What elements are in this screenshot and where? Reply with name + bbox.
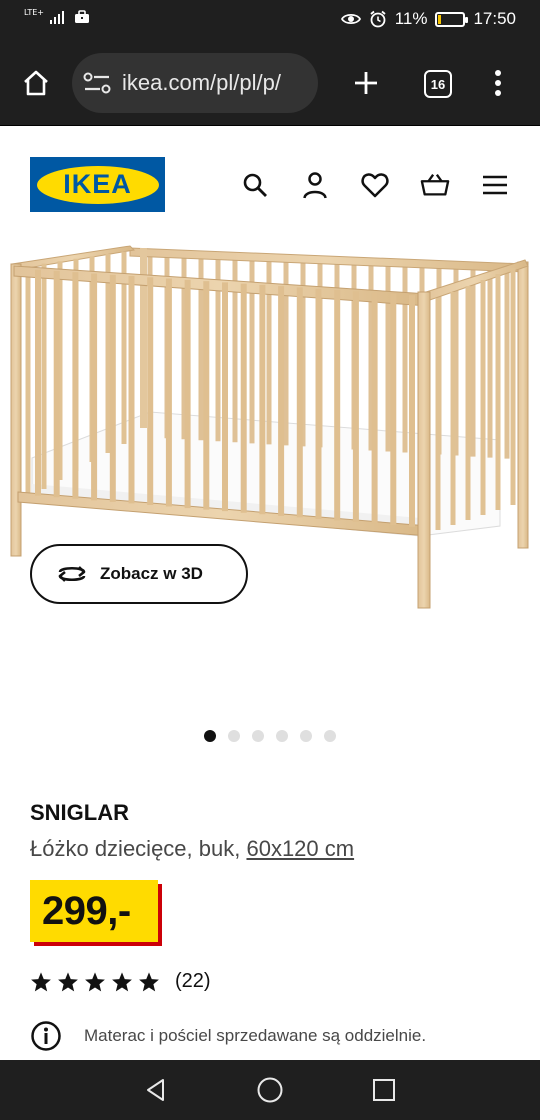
view-3d-label: Zobacz w 3D (100, 564, 203, 583)
briefcase-icon (75, 10, 89, 23)
account-icon (303, 172, 327, 199)
ikea-logo[interactable]: IKEA (30, 157, 165, 212)
system-nav-bar (0, 1060, 540, 1120)
status-bar: LTE+ 11% 17:50 (0, 0, 540, 40)
star-icon (58, 971, 78, 991)
heart-icon (361, 173, 389, 198)
home-button[interactable] (18, 65, 54, 101)
rotate-3d-icon (58, 566, 86, 582)
network-label: LTE+ (24, 8, 44, 17)
search-button[interactable] (240, 170, 270, 200)
logo-text: IKEA (63, 169, 132, 199)
star-icon (85, 971, 105, 991)
battery-icon (435, 11, 469, 27)
review-count: (22) (175, 970, 211, 992)
product-type: Łóżko dziecięce, buk, (30, 836, 241, 861)
price-tag: 299,- (30, 880, 158, 942)
account-button[interactable] (300, 170, 330, 200)
menu-button[interactable] (480, 170, 510, 200)
star-icon (31, 971, 51, 991)
product-name: SNIGLAR (30, 800, 129, 825)
address-bar[interactable]: ikea.com/pl/pl/p/ (72, 53, 318, 113)
gallery-dot[interactable] (276, 730, 288, 742)
favourites-button[interactable] (360, 170, 390, 200)
rating[interactable]: (22) (30, 970, 211, 993)
basket-button[interactable] (420, 170, 450, 200)
search-icon (243, 173, 267, 197)
product-description: Łóżko dziecięce, buk, 60x120 cm (30, 836, 354, 862)
battery-percent: 11% (394, 9, 428, 28)
info-note-text: Materac i pościel sprzedawane są oddziel… (84, 1026, 427, 1045)
menu-icon (483, 175, 507, 195)
info-icon (31, 1021, 61, 1051)
tab-count: 16 (424, 70, 452, 98)
back-icon[interactable] (143, 1077, 169, 1103)
recents-icon[interactable] (371, 1077, 397, 1103)
plus-icon (355, 72, 377, 94)
gallery-dot[interactable] (300, 730, 312, 742)
tab-switcher-button[interactable]: 16 (423, 69, 453, 99)
crib-illustration (10, 245, 529, 609)
site-settings-icon[interactable] (82, 70, 112, 96)
gallery-dot[interactable] (252, 730, 264, 742)
home-nav-icon[interactable] (256, 1076, 284, 1104)
new-tab-button[interactable] (350, 67, 382, 99)
site-header: IKEA (0, 126, 540, 236)
size-link[interactable]: 60x120 cm (246, 836, 354, 861)
signal-icon (50, 10, 64, 24)
logo-ellipse: IKEA (36, 165, 159, 204)
eye-icon (340, 13, 361, 25)
gallery-pagination (204, 730, 336, 742)
view-3d-button[interactable]: Zobacz w 3D (30, 544, 248, 604)
url-text: ikea.com/pl/pl/p/ (122, 70, 281, 95)
more-vertical-icon (495, 70, 501, 96)
price: 299,- (42, 888, 131, 933)
alarm-icon (370, 10, 386, 28)
star-icon (139, 971, 159, 991)
gallery-dot[interactable] (204, 730, 216, 742)
rating-stars (30, 971, 160, 993)
info-note: Materac i pościel sprzedawane są oddziel… (30, 1020, 426, 1052)
product-image[interactable] (0, 236, 540, 716)
gallery-dot[interactable] (324, 730, 336, 742)
browser-menu-button[interactable] (482, 66, 514, 100)
clock: 17:50 (473, 9, 516, 28)
home-icon (24, 70, 48, 96)
star-icon (112, 971, 132, 991)
gallery-dot[interactable] (228, 730, 240, 742)
browser-toolbar: ikea.com/pl/pl/p/ 16 (0, 40, 540, 126)
basket-icon (420, 174, 450, 196)
